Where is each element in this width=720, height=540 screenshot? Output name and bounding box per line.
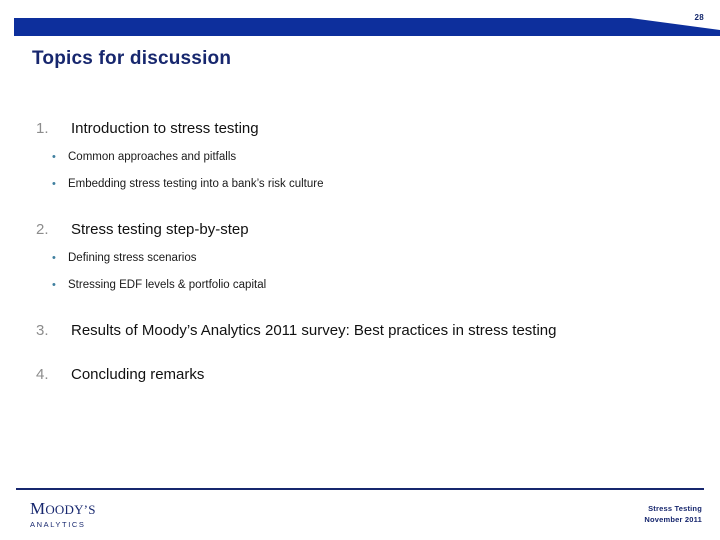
sub-list-item: • Stressing EDF levels & portfolio capit… bbox=[0, 277, 720, 293]
sub-list-item: • Defining stress scenarios bbox=[0, 250, 720, 266]
sub-label: Embedding stress testing into a bank’s r… bbox=[68, 178, 324, 190]
logo-initial: M bbox=[30, 499, 46, 518]
moodys-analytics-logo: MOODY’S ANALYTICS bbox=[30, 500, 96, 530]
topic-label: Concluding remarks bbox=[71, 366, 205, 383]
list-item: 3. Results of Moody’s Analytics 2011 sur… bbox=[0, 320, 720, 342]
spacer bbox=[0, 165, 720, 176]
sub-list-item: • Embedding stress testing into a bank’s… bbox=[0, 176, 720, 192]
topic-number: 4. bbox=[36, 366, 49, 383]
footer-date: November 2011 bbox=[644, 515, 702, 524]
sub-label: Stressing EDF levels & portfolio capital bbox=[68, 279, 267, 291]
sub-list-item: • Common approaches and pitfalls bbox=[0, 149, 720, 165]
spacer bbox=[0, 266, 720, 277]
page-number: 28 bbox=[694, 13, 704, 22]
sub-label: Defining stress scenarios bbox=[68, 252, 197, 264]
sub-label: Common approaches and pitfalls bbox=[68, 151, 237, 163]
list-item: 2. Stress testing step-by-step bbox=[0, 219, 720, 241]
topic-label: Stress testing step-by-step bbox=[71, 221, 249, 238]
slide-header-banner: 28 bbox=[0, 0, 720, 44]
topic-label: Introduction to stress testing bbox=[71, 120, 259, 137]
topic-number: 2. bbox=[36, 221, 49, 238]
page-title: Topics for discussion bbox=[32, 48, 232, 69]
list-item: 1. Introduction to stress testing bbox=[0, 118, 720, 140]
topic-number: 1. bbox=[36, 120, 49, 137]
footer-deck-title: Stress Testing bbox=[648, 504, 702, 513]
bullet-icon: • bbox=[52, 178, 56, 190]
bullet-icon: • bbox=[52, 252, 56, 264]
sub-list: • Common approaches and pitfalls • Embed… bbox=[0, 149, 720, 192]
bullet-icon: • bbox=[52, 279, 56, 291]
topics-list: 1. Introduction to stress testing • Comm… bbox=[0, 118, 720, 386]
footer-divider bbox=[16, 488, 704, 490]
list-item: 4. Concluding remarks bbox=[0, 364, 720, 386]
logo-wordmark: MOODY’S bbox=[30, 500, 96, 519]
bullet-icon: • bbox=[52, 151, 56, 163]
topic-label: Results of Moody’s Analytics 2011 survey… bbox=[71, 322, 557, 339]
banner-shape bbox=[14, 18, 720, 36]
logo-smallcaps: OODY’S bbox=[45, 502, 96, 517]
footer-meta: Stress Testing November 2011 bbox=[644, 503, 702, 525]
sub-list: • Defining stress scenarios • Stressing … bbox=[0, 250, 720, 293]
topic-number: 3. bbox=[36, 322, 49, 339]
logo-subtitle: ANALYTICS bbox=[30, 520, 86, 529]
